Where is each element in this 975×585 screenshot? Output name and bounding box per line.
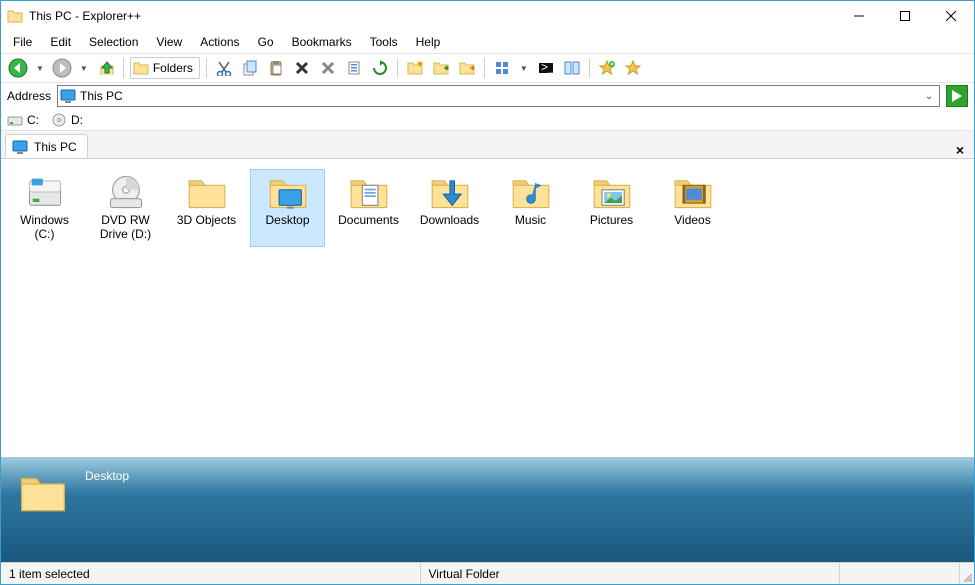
new-folder-button[interactable] [404, 57, 426, 79]
folder-icon [19, 469, 67, 515]
details-name: Desktop [85, 469, 129, 483]
menu-actions[interactable]: Actions [192, 33, 247, 51]
address-input[interactable] [80, 89, 921, 103]
item-label: Music [515, 214, 546, 228]
item-label: Documents [338, 214, 399, 228]
item-downloads[interactable]: Downloads [412, 169, 487, 247]
add-bookmark-button[interactable] [596, 57, 618, 79]
item-label: DVD RW Drive (D:) [91, 214, 160, 242]
menu-tools[interactable]: Tools [362, 33, 406, 51]
folder-doc-icon [349, 174, 389, 210]
item-desktop[interactable]: Desktop [250, 169, 325, 247]
status-selection: 1 item selected [1, 563, 421, 584]
item-windows-c-[interactable]: Windows (C:) [7, 169, 82, 247]
go-button[interactable] [946, 85, 968, 107]
drive-c[interactable]: C: [7, 112, 39, 128]
app-icon [7, 8, 23, 24]
item-3d-objects[interactable]: 3D Objects [169, 169, 244, 247]
pc-icon [12, 139, 28, 155]
folder-music-icon [511, 174, 551, 210]
folder-video-icon [673, 174, 713, 210]
status-bar: 1 item selected Virtual Folder [1, 562, 974, 584]
forward-history-dropdown[interactable]: ▼ [77, 64, 91, 73]
cut-button[interactable] [213, 57, 235, 79]
menu-edit[interactable]: Edit [42, 33, 79, 51]
menu-file[interactable]: File [5, 33, 40, 51]
menu-view[interactable]: View [148, 33, 190, 51]
menu-help[interactable]: Help [408, 33, 449, 51]
disc-icon [51, 112, 67, 128]
close-tab-button[interactable]: × [956, 142, 964, 158]
separator [206, 58, 207, 78]
tab-label: This PC [34, 140, 77, 154]
menu-go[interactable]: Go [250, 33, 282, 51]
paste-button[interactable] [265, 57, 287, 79]
app-window: This PC - Explorer++ FileEditSelectionVi… [0, 0, 975, 585]
folder-pic-icon [592, 174, 632, 210]
hdd-icon [7, 112, 23, 128]
bookmarks-button[interactable] [622, 57, 644, 79]
move-to-button[interactable] [456, 57, 478, 79]
back-button[interactable] [7, 57, 29, 79]
item-videos[interactable]: Videos [655, 169, 730, 247]
close-button[interactable] [928, 1, 974, 31]
item-music[interactable]: Music [493, 169, 568, 247]
folder-down-icon [430, 174, 470, 210]
views-dropdown[interactable]: ▼ [517, 64, 531, 73]
delete-permanent-button[interactable] [317, 57, 339, 79]
item-documents[interactable]: Documents [331, 169, 406, 247]
folder-icon [187, 174, 227, 210]
refresh-button[interactable] [369, 57, 391, 79]
properties-button[interactable] [343, 57, 365, 79]
forward-button[interactable] [51, 57, 73, 79]
drive-d[interactable]: D: [51, 112, 83, 128]
split-view-button[interactable] [561, 57, 583, 79]
hdd-icon [25, 174, 65, 210]
command-prompt-button[interactable] [535, 57, 557, 79]
delete-button[interactable] [291, 57, 313, 79]
minimize-button[interactable] [836, 1, 882, 31]
resize-gripper[interactable] [960, 563, 974, 584]
menubar: FileEditSelectionViewActionsGoBookmarksT… [1, 31, 974, 53]
address-label: Address [7, 89, 51, 103]
separator [123, 58, 124, 78]
disc-icon [106, 174, 146, 210]
drives-bar: C: D: [1, 109, 974, 131]
tab-bar: This PC × [1, 131, 974, 159]
separator [484, 58, 485, 78]
item-label: Videos [674, 214, 710, 228]
item-label: Desktop [265, 214, 309, 228]
item-label: 3D Objects [177, 214, 236, 228]
titlebar: This PC - Explorer++ [1, 1, 974, 31]
folders-label: Folders [153, 61, 193, 75]
window-title: This PC - Explorer++ [29, 9, 836, 23]
status-type: Virtual Folder [421, 563, 841, 584]
item-pictures[interactable]: Pictures [574, 169, 649, 247]
menu-selection[interactable]: Selection [81, 33, 146, 51]
details-pane: Desktop [1, 457, 974, 562]
item-label: Downloads [420, 214, 479, 228]
maximize-button[interactable] [882, 1, 928, 31]
folders-pane-toggle[interactable]: Folders [130, 57, 200, 79]
address-bar: Address ⌄ [1, 83, 974, 109]
up-button[interactable] [95, 57, 117, 79]
separator [589, 58, 590, 78]
item-label: Pictures [590, 214, 633, 228]
pc-icon [60, 88, 76, 104]
back-history-dropdown[interactable]: ▼ [33, 64, 47, 73]
copy-button[interactable] [239, 57, 261, 79]
item-label: Windows (C:) [10, 214, 79, 242]
status-right [840, 563, 960, 584]
views-button[interactable] [491, 57, 513, 79]
tab-this-pc[interactable]: This PC [5, 134, 88, 158]
toolbar: ▼ ▼ Folders ▼ [1, 53, 974, 83]
copy-to-button[interactable] [430, 57, 452, 79]
address-box[interactable]: ⌄ [57, 85, 940, 107]
address-dropdown[interactable]: ⌄ [921, 91, 937, 102]
menu-bookmarks[interactable]: Bookmarks [284, 33, 360, 51]
item-dvd-rw-drive-d-[interactable]: DVD RW Drive (D:) [88, 169, 163, 247]
file-listing[interactable]: Windows (C:) DVD RW Drive (D:) 3D Objects D… [1, 159, 974, 457]
folder-desktop-icon [268, 174, 308, 210]
separator [397, 58, 398, 78]
